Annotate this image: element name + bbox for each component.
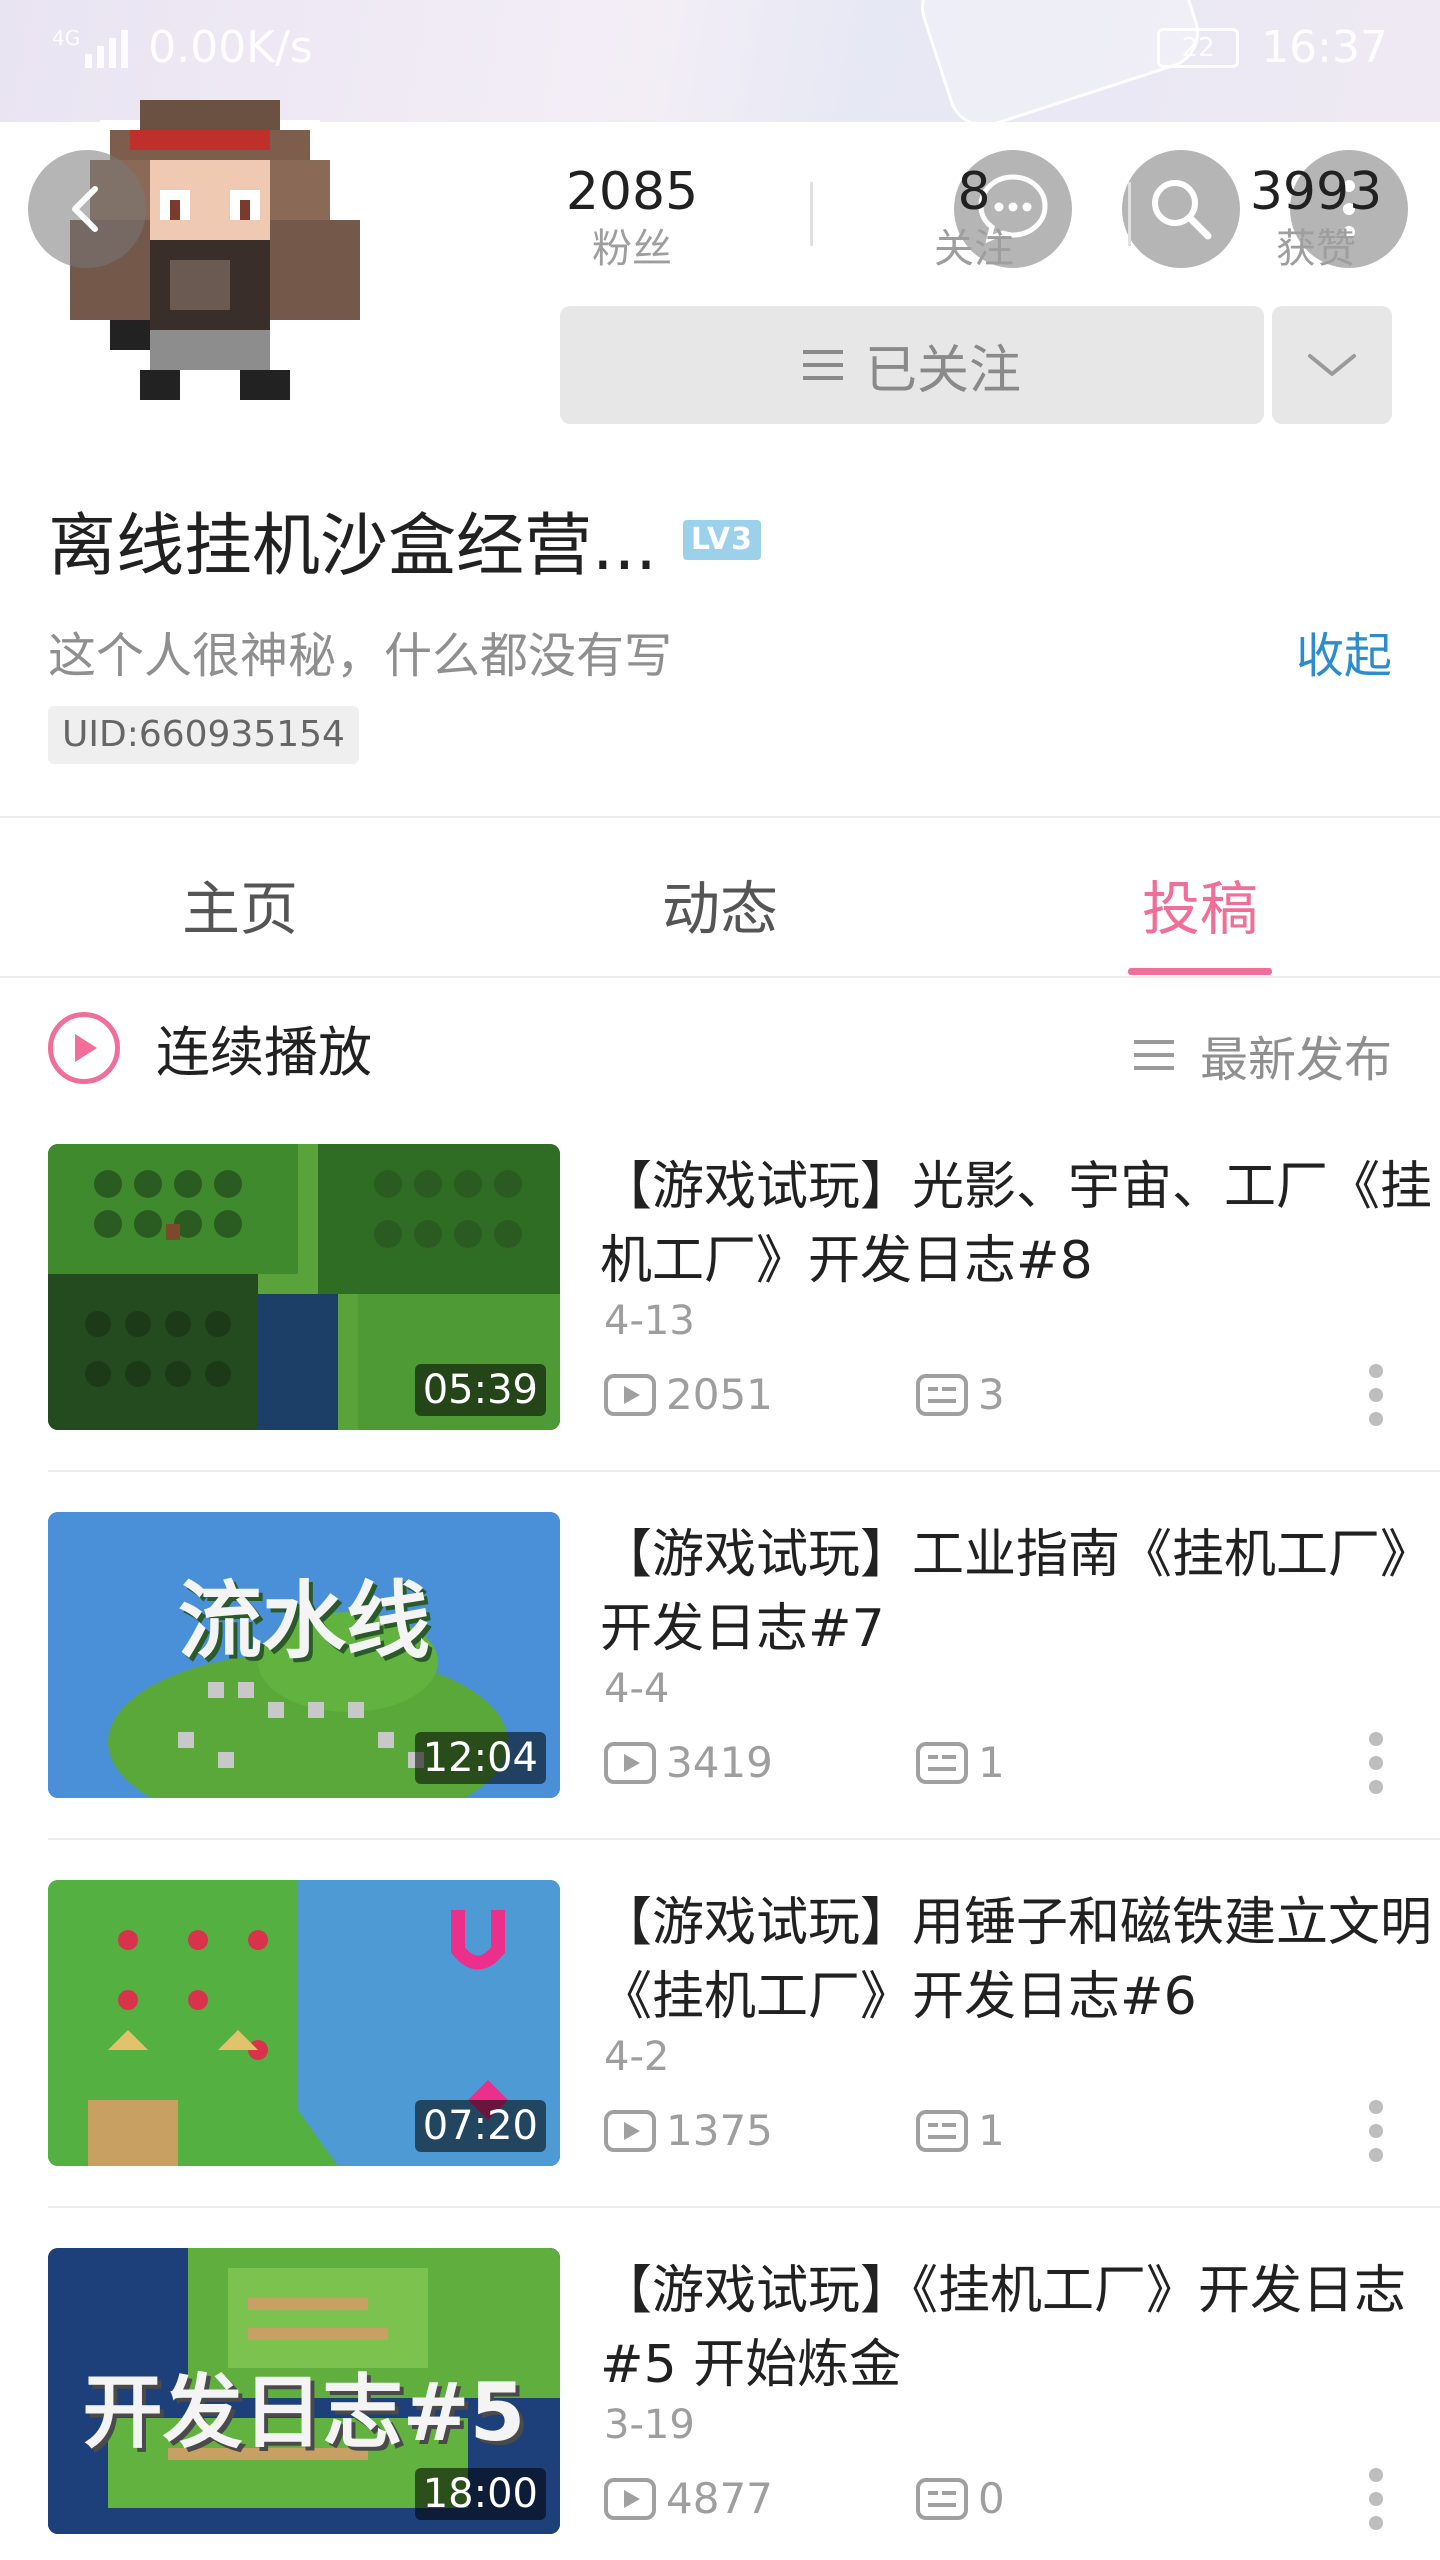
play-count-icon bbox=[604, 2477, 656, 2520]
video-meta: 4877 0 bbox=[604, 2474, 1005, 2523]
battery-icon: 22 bbox=[1157, 27, 1240, 68]
clock: 16:37 bbox=[1261, 22, 1388, 73]
stat-following[interactable]: 8 关注 bbox=[864, 160, 1084, 274]
comment-icon bbox=[916, 2109, 968, 2152]
view-count: 1375 bbox=[666, 2106, 773, 2155]
uid-tag[interactable]: UID:660935154 bbox=[48, 706, 359, 764]
comment-count: 3 bbox=[978, 1370, 1005, 1419]
network-speed: 0.00K/s bbox=[148, 22, 313, 73]
video-meta: 2051 3 bbox=[604, 1370, 1005, 1419]
avatar[interactable] bbox=[60, 100, 360, 440]
sort-button[interactable]: 最新发布 bbox=[1133, 1020, 1392, 1090]
view-count: 2051 bbox=[666, 1370, 773, 1419]
view-count: 3419 bbox=[666, 1738, 773, 1787]
tab-dynamics[interactable]: 动态 bbox=[620, 862, 820, 946]
more-options-icon[interactable] bbox=[1368, 1364, 1384, 1426]
signal-icon: 4G bbox=[52, 28, 129, 68]
chevron-left-icon bbox=[72, 186, 98, 232]
comment-count: 0 bbox=[978, 2474, 1005, 2523]
menu-lines-icon bbox=[802, 350, 843, 380]
back-button[interactable] bbox=[28, 150, 146, 268]
play-count-icon bbox=[604, 1373, 656, 1416]
video-item[interactable]: 05:39 【游戏试玩】光影、宇宙、工厂《挂机工厂》开发日志#8 4-13 20… bbox=[48, 1144, 1440, 1434]
video-duration: 18:00 bbox=[414, 2468, 546, 2520]
fans-count: 2085 bbox=[565, 162, 699, 222]
tab-home[interactable]: 主页 bbox=[140, 862, 340, 946]
video-date: 3-19 bbox=[604, 2402, 695, 2448]
thumbnail-caption: 流水线 bbox=[177, 1572, 430, 1670]
status-bar: 4G 0.00K/s 22 16:37 bbox=[0, 0, 1440, 96]
divider bbox=[0, 816, 1440, 818]
video-meta: 1375 1 bbox=[604, 2106, 1005, 2155]
user-name: 离线挂机沙盒经营... bbox=[48, 507, 657, 586]
video-thumbnail[interactable]: 开发日志#5 18:00 bbox=[48, 2248, 560, 2534]
play-all-button[interactable]: 连续播放 bbox=[48, 1008, 372, 1087]
stat-fans[interactable]: 2085 粉丝 bbox=[522, 160, 742, 274]
video-item[interactable]: 开发日志#5 18:00 【游戏试玩】《挂机工厂》开发日志#5 开始炼金 3-1… bbox=[48, 2248, 1440, 2538]
more-options-icon[interactable] bbox=[1368, 2100, 1384, 2162]
video-duration: 05:39 bbox=[414, 1364, 546, 1416]
sort-label: 最新发布 bbox=[1199, 1032, 1392, 1088]
followed-label: 已关注 bbox=[864, 340, 1021, 401]
more-options-icon[interactable] bbox=[1368, 2468, 1384, 2530]
video-date: 4-2 bbox=[604, 2034, 670, 2080]
video-thumbnail[interactable]: 07:20 bbox=[48, 1880, 560, 2166]
video-meta: 3419 1 bbox=[604, 1738, 1005, 1787]
follow-dropdown-button[interactable] bbox=[1272, 306, 1392, 424]
video-date: 4-13 bbox=[604, 1298, 695, 1344]
video-title[interactable]: 【游戏试玩】工业指南《挂机工厂》开发日志#7 bbox=[600, 1518, 1440, 1666]
fans-label: 粉丝 bbox=[592, 226, 672, 272]
view-count: 4877 bbox=[666, 2474, 773, 2523]
video-date: 4-4 bbox=[604, 1666, 670, 1712]
play-count-icon bbox=[604, 1741, 656, 1784]
video-duration: 07:20 bbox=[414, 2100, 546, 2152]
active-tab-indicator bbox=[1128, 968, 1272, 975]
bio-text: 这个人很神秘，什么都没有写 bbox=[48, 628, 673, 684]
tab-uploads[interactable]: 投稿 bbox=[1100, 862, 1300, 946]
comment-icon bbox=[916, 1373, 968, 1416]
stat-likes[interactable]: 3993 获赞 bbox=[1206, 160, 1426, 274]
video-title[interactable]: 【游戏试玩】用锤子和磁铁建立文明 《挂机工厂》开发日志#6 bbox=[600, 1886, 1440, 2034]
stat-divider bbox=[1128, 182, 1131, 246]
play-circle-icon bbox=[48, 1011, 120, 1084]
comment-icon bbox=[916, 2477, 968, 2520]
play-all-label: 连续播放 bbox=[156, 1021, 372, 1084]
name-row: 离线挂机沙盒经营... LV3 bbox=[48, 490, 761, 589]
video-item[interactable]: 07:20 【游戏试玩】用锤子和磁铁建立文明 《挂机工厂》开发日志#6 4-2 … bbox=[48, 1880, 1440, 2170]
video-duration: 12:04 bbox=[414, 1732, 546, 1784]
video-thumbnail[interactable]: 流水线 12:04 bbox=[48, 1512, 560, 1798]
divider bbox=[48, 2206, 1440, 2208]
sort-lines-icon bbox=[1133, 1040, 1174, 1070]
collapse-link[interactable]: 收起 bbox=[1296, 616, 1392, 686]
stat-divider bbox=[810, 182, 813, 246]
comment-icon bbox=[916, 1741, 968, 1784]
following-count: 8 bbox=[957, 162, 991, 222]
video-item[interactable]: 流水线 12:04 【游戏试玩】工业指南《挂机工厂》开发日志#7 4-4 341… bbox=[48, 1512, 1440, 1802]
likes-label: 获赞 bbox=[1276, 226, 1356, 272]
comment-count: 1 bbox=[978, 2106, 1005, 2155]
thumbnail-caption: 开发日志#5 bbox=[82, 2366, 526, 2459]
followed-button[interactable]: 已关注 bbox=[560, 306, 1264, 424]
level-badge: LV3 bbox=[682, 519, 761, 560]
divider bbox=[0, 976, 1440, 978]
following-label: 关注 bbox=[934, 226, 1014, 272]
divider bbox=[48, 1470, 1440, 1472]
more-options-icon[interactable] bbox=[1368, 1732, 1384, 1794]
chevron-down-icon bbox=[1308, 354, 1356, 376]
video-thumbnail[interactable]: 05:39 bbox=[48, 1144, 560, 1430]
video-title[interactable]: 【游戏试玩】《挂机工厂》开发日志#5 开始炼金 bbox=[600, 2254, 1440, 2402]
play-count-icon bbox=[604, 2109, 656, 2152]
divider bbox=[48, 1838, 1440, 1840]
comment-count: 1 bbox=[978, 1738, 1005, 1787]
video-title[interactable]: 【游戏试玩】光影、宇宙、工厂《挂机工厂》开发日志#8 bbox=[600, 1150, 1440, 1298]
likes-count: 3993 bbox=[1249, 162, 1383, 222]
